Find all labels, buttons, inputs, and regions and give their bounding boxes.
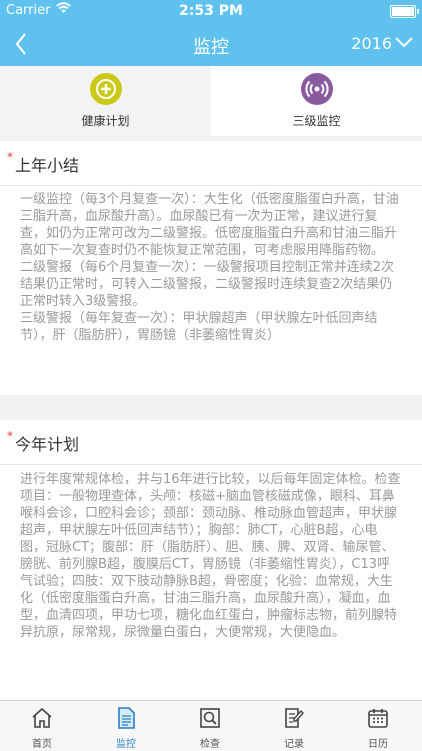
paragraph: 二级警报（每6个月复查一次）：一级警报项目控制正常并连续2次结果仍正常时，可转入…: [20, 260, 395, 309]
section-header: * 上年小结: [0, 141, 422, 186]
tabbar-home-label: 首页: [32, 739, 52, 750]
notepad-pencil-icon: [285, 708, 304, 728]
tab-three-level-monitor[interactable]: 三级监控: [211, 66, 422, 136]
section-header: * 今年计划: [0, 420, 422, 465]
last-year-summary-card: * 上年小结 一级监控（每3个月复查一次）：大生化（低密度脂蛋白升高，甘油三脂升…: [0, 141, 422, 395]
this-year-plan-card: * 今年计划 进行年度常规体检，并与16年进行比较，以后每年固定体检。检查项目：…: [0, 420, 422, 700]
chevron-down-icon[interactable]: [394, 34, 414, 53]
tabbar-check-label: 检查: [200, 739, 220, 750]
tabbar-record-label: 记录: [284, 739, 304, 750]
home-icon: [32, 707, 52, 728]
required-star: *: [7, 429, 13, 443]
navigation-bar: 监控 2016: [0, 22, 422, 66]
bottom-tab-bar: 首页 监控 检查 记录 日历: [0, 700, 422, 751]
required-star: *: [7, 150, 13, 164]
tab-health-plan-label: 健康计划: [81, 114, 130, 128]
tabbar-monitor[interactable]: 监控: [84, 701, 168, 751]
status-bar: Carrier 2:53 PM: [0, 0, 422, 22]
plus-circle-icon: [89, 73, 122, 105]
calendar-icon: [368, 709, 388, 728]
tabbar-check[interactable]: 检查: [168, 701, 252, 751]
tab-three-level-monitor-label: 三级监控: [292, 114, 341, 128]
year-selector[interactable]: 2016: [351, 34, 392, 53]
tabbar-record[interactable]: 记录: [252, 701, 336, 751]
tabbar-calendar[interactable]: 日历: [336, 701, 420, 751]
document-icon: [118, 707, 135, 729]
status-time: 2:53 PM: [179, 3, 243, 19]
tabbar-monitor-label: 监控: [116, 739, 136, 750]
broadcast-icon: [300, 73, 333, 105]
magnifier-icon: [200, 708, 220, 728]
section-body: 进行年度常规体检，并与16年进行比较，以后每年固定体检。检查项目：一般物理查体，…: [0, 465, 422, 641]
paragraph: 进行年度常规体检，并与16年进行比较，以后每年固定体检。检查项目：一般物理查体，…: [20, 472, 401, 640]
paragraph: 三级警报（每年复查一次）：甲状腺超声（甲状腺左叶低回声结节），肝（脂肪肝），胃肠…: [20, 311, 378, 343]
battery-icon: [390, 5, 419, 18]
section-body: 一级监控（每3个月复查一次）：大生化（低密度脂蛋白升高，甘油三脂升高，血尿酸升高…: [0, 186, 422, 344]
tabbar-home[interactable]: 首页: [0, 701, 84, 751]
tabbar-calendar-label: 日历: [368, 739, 388, 750]
section-title: 今年计划: [15, 435, 80, 454]
tab-health-plan[interactable]: 健康计划: [0, 66, 211, 136]
paragraph: 一级监控（每3个月复查一次）：大生化（低密度脂蛋白升高，甘油三脂升高，血尿酸升高…: [20, 192, 399, 258]
section-title: 上年小结: [15, 156, 80, 175]
plan-tabs: 健康计划 三级监控: [0, 66, 422, 136]
